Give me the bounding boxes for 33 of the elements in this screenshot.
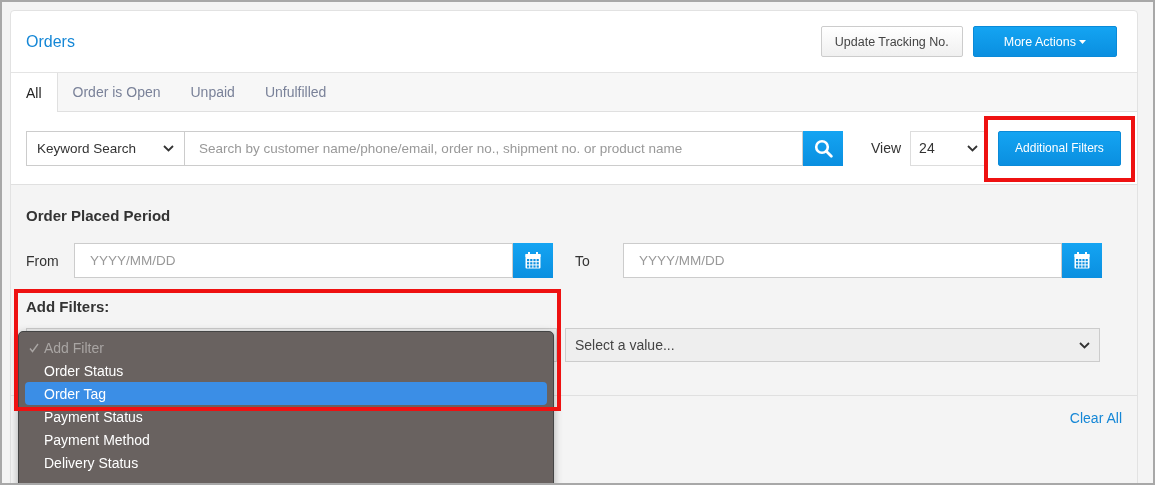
tab[interactable]: Unpaid <box>175 73 250 111</box>
search-button[interactable] <box>803 130 843 166</box>
tab[interactable]: All <box>11 73 58 112</box>
more-actions-button[interactable]: More Actions <box>972 26 1117 57</box>
section-title: Add Filters: <box>26 298 111 315</box>
from-date-field[interactable]: YYYY/MM/DD <box>74 243 513 278</box>
menu-item[interactable]: Order Tag <box>25 382 547 405</box>
additional-filters-button[interactable]: Additional Filters <box>998 130 1121 166</box>
chevron-down-icon <box>163 144 174 152</box>
clear-all-link[interactable]: Clear All <box>1069 410 1122 426</box>
menu-item[interactable]: Order Status <box>25 359 547 382</box>
to-label: To <box>575 252 591 269</box>
section-title: Order Placed Period <box>26 207 172 224</box>
tab[interactable]: Order is Open <box>57 73 176 111</box>
chevron-down-icon <box>1079 341 1090 349</box>
to-date-field[interactable]: YYYY/MM/DD <box>623 243 1062 278</box>
page-title: Orders <box>26 32 75 51</box>
menu-item[interactable]: Payment Status <box>25 405 547 428</box>
chevron-down-icon <box>967 144 979 152</box>
value-select[interactable]: Select a value... <box>565 328 1100 362</box>
calendar-button[interactable] <box>1062 243 1102 278</box>
menu-item[interactable]: Payment Method <box>25 428 547 451</box>
tab[interactable]: Unfulfilled <box>249 73 342 111</box>
search-type-select[interactable]: Keyword Search <box>26 130 185 166</box>
update-tracking-button[interactable]: Update Tracking No. <box>820 26 963 57</box>
calendar-icon <box>525 252 541 269</box>
from-label: From <box>26 252 60 269</box>
search-field[interactable]: Search by customer name/phone/email, order no., shipment no. or product name <box>185 130 803 166</box>
calendar-button[interactable] <box>513 243 553 278</box>
search-icon <box>813 138 833 158</box>
calendar-icon <box>1074 252 1090 269</box>
menu-item[interactable]: Delivery Status <box>25 451 547 474</box>
view-label: View <box>871 140 902 156</box>
